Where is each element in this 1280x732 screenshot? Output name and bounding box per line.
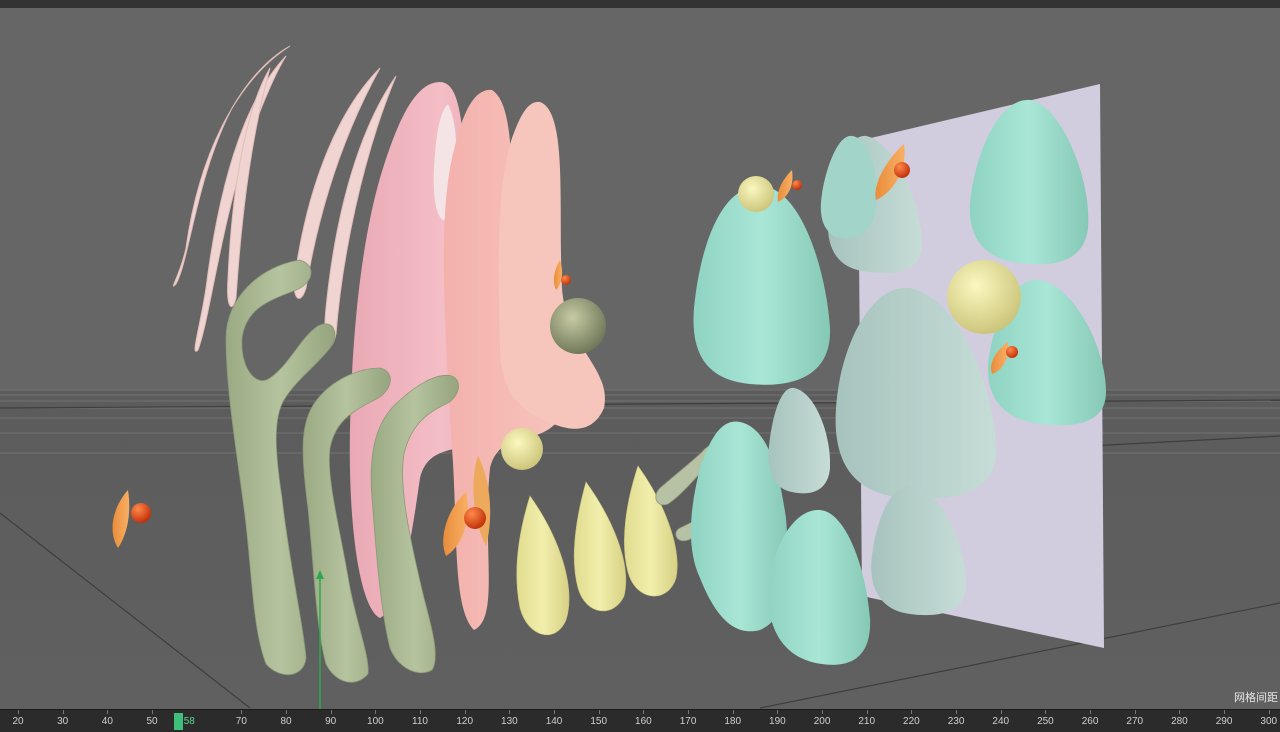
timeline-tick-label: 250 xyxy=(1037,716,1054,727)
timeline-tick-label: 90 xyxy=(325,716,337,727)
timeline-tick-mark xyxy=(18,710,19,714)
timeline-tick-mark xyxy=(777,710,779,714)
timeline-tick-mark xyxy=(956,710,958,714)
timeline-tick-label: 20 xyxy=(12,716,24,727)
3d-viewport[interactable]: 网格间距 xyxy=(0,8,1280,709)
timeline-tick-label: 50 xyxy=(146,716,158,727)
timeline-tick-mark xyxy=(107,710,109,714)
playhead[interactable] xyxy=(173,713,183,730)
timeline-tick-mark xyxy=(509,710,511,714)
timeline-tick-mark xyxy=(1045,710,1047,714)
timeline-tick-mark xyxy=(62,710,64,714)
timeline-tick-mark xyxy=(866,710,868,714)
timeline-tick-label: 40 xyxy=(101,716,113,727)
timeline-tick-label: 100 xyxy=(367,716,384,727)
timeline-tick-mark xyxy=(286,710,288,714)
timeline-tick-mark xyxy=(822,710,824,714)
timeline-tick-mark xyxy=(1090,710,1092,714)
timeline[interactable]: 20 30 40 50 70 80 90 100 110 120 130 140 150 160 170 18… xyxy=(0,709,1280,732)
timeline-tick-label: 200 xyxy=(813,716,831,727)
timeline-tick-mark xyxy=(464,710,466,714)
timeline-tick-label: 30 xyxy=(57,716,69,727)
timeline-tick-mark xyxy=(241,710,243,714)
timeline-tick-label: 260 xyxy=(1081,716,1099,727)
timeline-tick-mark xyxy=(643,710,645,714)
timeline-tick-label: 300 xyxy=(1260,716,1278,727)
small-yellow-sphere xyxy=(501,428,543,470)
timeline-tick-mark xyxy=(1134,710,1136,714)
timeline-tick-label: 110 xyxy=(412,716,428,727)
timeline-tick-mark xyxy=(1179,710,1181,714)
timeline-tick-mark xyxy=(1268,710,1270,714)
timeline-tick-label: 270 xyxy=(1126,716,1144,727)
timeline-tick-label: 150 xyxy=(590,716,608,727)
timeline-tick-mark xyxy=(152,710,153,714)
timeline-tick-mark xyxy=(1000,710,1002,714)
timeline-tick-label: 160 xyxy=(635,716,652,727)
timeline-tick-mark xyxy=(1224,710,1226,714)
timeline-tick-mark xyxy=(598,710,600,714)
timeline-tick-label: 180 xyxy=(724,716,742,727)
timeline-tick-label: 240 xyxy=(992,716,1010,727)
timeline-tick-label: 210 xyxy=(858,716,876,727)
timeline-tick-mark xyxy=(330,710,332,714)
timeline-tick-label: 190 xyxy=(769,716,786,727)
yellow-sphere-top xyxy=(738,176,774,212)
timeline-tick-label: 140 xyxy=(545,716,563,727)
olive-sphere xyxy=(550,298,606,354)
timeline-tick-mark xyxy=(375,710,377,714)
timeline-tick-label: 220 xyxy=(903,716,920,727)
timeline-tick-mark xyxy=(688,710,690,714)
timeline-tick-label: 120 xyxy=(456,716,474,727)
current-frame-label: 58 xyxy=(183,716,195,727)
timeline-tick-mark xyxy=(420,710,422,714)
timeline-tick-mark xyxy=(732,710,734,714)
timeline-tick-label: 170 xyxy=(679,716,697,727)
timeline-tick-label: 130 xyxy=(501,716,518,727)
timeline-tick-label: 70 xyxy=(235,716,247,727)
large-yellow-sphere xyxy=(947,260,1021,334)
scene-canvas xyxy=(0,45,1280,709)
grid-spacing-label: 网格间距 xyxy=(1234,691,1278,704)
timeline-tick-label: 80 xyxy=(280,716,292,727)
timeline-tick-label: 230 xyxy=(947,716,965,727)
timeline-tick-mark xyxy=(911,710,913,714)
timeline-tick-label: 290 xyxy=(1215,716,1233,727)
timeline-tick-label: 280 xyxy=(1171,716,1188,727)
timeline-tick-mark xyxy=(554,710,556,714)
